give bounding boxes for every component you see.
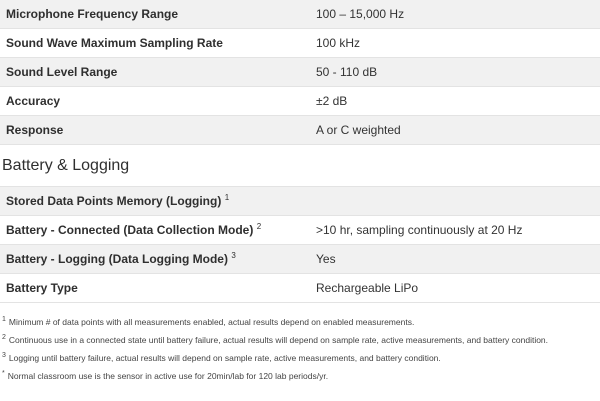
spec-label: Microphone Frequency Range bbox=[0, 0, 310, 29]
spec-row-sampling-rate: Sound Wave Maximum Sampling Rate 100 kHz bbox=[0, 28, 600, 58]
sensor-specs-table: Microphone Frequency Range 100 – 15,000 … bbox=[0, 0, 600, 145]
spec-value: 50 - 110 dB bbox=[310, 57, 600, 87]
spec-label-text: Stored Data Points Memory (Logging) bbox=[6, 194, 222, 208]
footnote-text: Minimum # of data points with all measur… bbox=[8, 317, 415, 327]
spec-label-text: Battery - Logging (Data Logging Mode) bbox=[6, 252, 228, 266]
section-heading-battery-logging: Battery & Logging bbox=[2, 157, 130, 174]
footnote-item: 2 Continuous use in a connected state unt… bbox=[2, 333, 598, 351]
spec-row-accuracy: Accuracy ±2 dB bbox=[0, 86, 600, 116]
footnote-text: Normal classroom use is the sensor in ac… bbox=[7, 371, 329, 381]
footnote-marker: 1 bbox=[2, 316, 6, 324]
footnote-marker: 2 bbox=[2, 334, 6, 342]
spec-value: ±2 dB bbox=[310, 86, 600, 116]
spec-row-response: Response A or C weighted bbox=[0, 115, 600, 145]
footnote-item: * Normal classroom use is the sensor in a… bbox=[2, 369, 598, 387]
footnote-item: 3 Logging until battery failure, actual r… bbox=[2, 351, 598, 369]
spec-value: Yes bbox=[310, 244, 600, 274]
spec-value bbox=[310, 186, 600, 216]
spec-label: Battery - Connected (Data Collection Mod… bbox=[0, 215, 310, 245]
spec-row-sound-level-range: Sound Level Range 50 - 110 dB bbox=[0, 57, 600, 87]
spec-row-battery-type: Battery Type Rechargeable LiPo bbox=[0, 273, 600, 303]
spec-label: Sound Wave Maximum Sampling Rate bbox=[0, 28, 310, 58]
footnote-text: Logging until battery failure, actual re… bbox=[8, 353, 441, 363]
spec-value: >10 hr, sampling continuously at 20 Hz bbox=[310, 215, 600, 245]
spec-label: Sound Level Range bbox=[0, 57, 310, 87]
spec-row-battery-logging: Battery - Logging (Data Logging Mode) 3 … bbox=[0, 244, 600, 274]
spec-label-text: Battery Type bbox=[6, 281, 78, 295]
spec-value: A or C weighted bbox=[310, 115, 600, 145]
footnote-marker: 3 bbox=[231, 251, 236, 260]
spec-label: Accuracy bbox=[0, 86, 310, 116]
footnote-text: Continuous use in a connected state unti… bbox=[8, 335, 549, 345]
spec-label: Battery - Logging (Data Logging Mode) 3 bbox=[0, 244, 310, 274]
footnote-item: 1 Minimum # of data points with all measu… bbox=[2, 315, 598, 333]
footnote-marker: 1 bbox=[224, 193, 230, 202]
footnote-marker: 2 bbox=[256, 222, 262, 231]
footnote-marker: * bbox=[2, 370, 5, 378]
spec-value: 100 – 15,000 Hz bbox=[310, 0, 600, 29]
footnote-marker: 3 bbox=[2, 352, 6, 360]
spec-value: Rechargeable LiPo bbox=[310, 273, 600, 303]
spec-row-stored-data-points: Stored Data Points Memory (Logging) 1 bbox=[0, 186, 600, 216]
footnotes: 1 Minimum # of data points with all measu… bbox=[0, 303, 600, 387]
spec-label-text: Battery - Connected (Data Collection Mod… bbox=[6, 223, 254, 237]
spec-label: Response bbox=[0, 115, 310, 145]
spec-label: Battery Type bbox=[0, 273, 310, 303]
spec-label: Stored Data Points Memory (Logging) 1 bbox=[0, 186, 310, 216]
spec-value: 100 kHz bbox=[310, 28, 600, 58]
spec-row-battery-connected: Battery - Connected (Data Collection Mod… bbox=[0, 215, 600, 245]
battery-logging-table: Stored Data Points Memory (Logging) 1 Ba… bbox=[0, 186, 600, 303]
spec-row-frequency-range: Microphone Frequency Range 100 – 15,000 … bbox=[0, 0, 600, 29]
